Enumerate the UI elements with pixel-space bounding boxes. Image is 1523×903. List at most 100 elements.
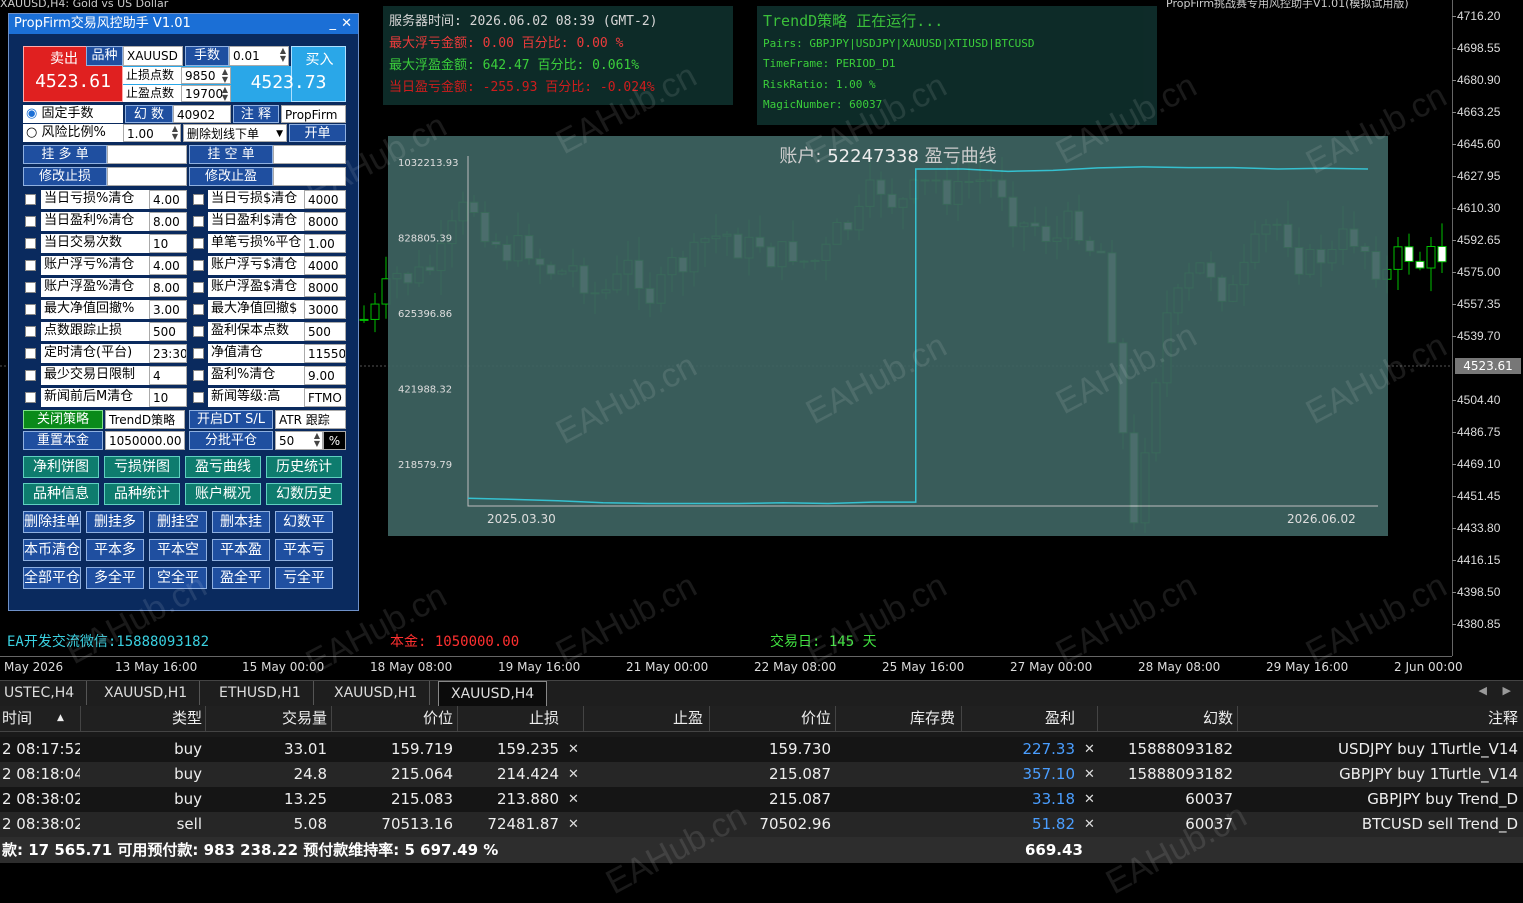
chevron-down-icon[interactable]: ▼ — [276, 125, 283, 141]
rule-checkbox[interactable] — [25, 348, 36, 359]
rule-value-input[interactable]: 4 — [149, 366, 187, 385]
rule-checkbox[interactable] — [193, 282, 204, 293]
remove-sl-icon[interactable]: ✕ — [568, 737, 579, 762]
rule-value-input[interactable]: 9.00 — [304, 366, 346, 385]
action-button[interactable]: 本币清仓 — [23, 539, 81, 561]
partial-close-button[interactable]: 分批平仓 — [189, 431, 273, 450]
column-divider[interactable] — [709, 706, 710, 731]
magic-input[interactable]: 40902 — [173, 105, 231, 123]
risk-input[interactable]: 1.00 ▲ ▼ — [123, 124, 181, 142]
column-header[interactable]: 时间 — [2, 706, 62, 731]
tab-xauusd-h1[interactable]: XAUUSD,H1 — [92, 681, 201, 705]
stats-button[interactable]: 盈亏曲线 — [185, 456, 261, 478]
spin-arrows-icon[interactable]: ▲ ▼ — [222, 68, 228, 83]
action-button[interactable]: 平本亏 — [275, 539, 333, 561]
column-header[interactable]: 库存费 — [837, 706, 955, 731]
close-position-icon[interactable]: ✕ — [1084, 787, 1095, 812]
column-divider[interactable] — [205, 706, 206, 731]
action-button[interactable]: 平本多 — [86, 539, 144, 561]
rule-checkbox[interactable] — [25, 392, 36, 403]
remove-sl-icon[interactable]: ✕ — [568, 762, 579, 787]
rule-checkbox[interactable] — [25, 194, 36, 205]
rule-value-input[interactable]: 4.00 — [149, 256, 187, 275]
action-button[interactable]: 平本空 — [149, 539, 207, 561]
action-button[interactable]: 盈全平 — [212, 567, 270, 589]
atr-trail-select[interactable]: ATR 跟踪 — [275, 410, 346, 429]
spin-arrows-icon[interactable]: ▲ ▼ — [172, 125, 178, 141]
rule-value-input[interactable]: 1.00 — [304, 234, 346, 253]
column-divider[interactable] — [457, 706, 458, 731]
stats-button[interactable]: 幻数历史 — [266, 483, 342, 505]
rule-checkbox[interactable] — [193, 370, 204, 381]
rule-value-input[interactable]: 500 — [149, 322, 187, 341]
column-divider[interactable] — [331, 706, 332, 731]
close-icon[interactable]: ✕ — [341, 14, 352, 34]
table-row[interactable]: 2 08:18:04 buy 24.8 215.064 214.424 215.087 35… — [0, 762, 1523, 787]
rule-value-input[interactable]: 8.00 — [149, 212, 187, 231]
column-header[interactable]: 注释 — [1239, 706, 1518, 731]
modify-tp-input[interactable] — [273, 167, 346, 186]
table-row[interactable]: 2 08:38:02 sell 5.08 70513.16 72481.87 70502.… — [0, 812, 1523, 837]
action-button[interactable]: 亏全平 — [275, 567, 333, 589]
panel-title-bar[interactable]: PropFirm交易风控助手 V1.01 _ ✕ — [9, 14, 358, 34]
reset-capital-button[interactable]: 重置本金 — [23, 431, 103, 450]
modify-tp-button[interactable]: 修改止盈 — [189, 167, 273, 186]
comment-input[interactable]: PropFirm — [281, 105, 346, 123]
rule-value-input[interactable]: 8000 — [304, 278, 346, 297]
rule-value-input[interactable]: 4000 — [304, 190, 346, 209]
sell-limit-price-input[interactable] — [273, 145, 346, 164]
sort-asc-icon[interactable]: ▲ — [57, 706, 64, 731]
rule-value-input[interactable]: 3.00 — [149, 300, 187, 319]
capital-input[interactable]: 1050000.00 — [105, 431, 185, 450]
column-divider[interactable] — [80, 706, 81, 731]
close-strategy-button[interactable]: 关闭策略 — [23, 410, 103, 429]
table-row[interactable]: 2 08:38:02 buy 13.25 215.083 213.880 215.087 3… — [0, 787, 1523, 812]
order-mode-select[interactable]: 删除划线下单 ▼ — [183, 124, 287, 142]
column-header[interactable]: 类型 — [82, 706, 202, 731]
rule-value-input[interactable]: 23:30 — [149, 344, 187, 363]
column-divider[interactable] — [961, 706, 962, 731]
column-header[interactable]: 止损 — [459, 706, 559, 731]
rule-checkbox[interactable] — [25, 282, 36, 293]
tab-scroll-left-icon[interactable]: ◀ — [1479, 684, 1487, 697]
rule-value-input[interactable]: 8000 — [304, 212, 346, 231]
column-divider[interactable] — [583, 706, 584, 731]
sl-input[interactable]: 9850 ▲ ▼ — [181, 67, 231, 84]
rule-value-input[interactable]: 4.00 — [149, 190, 187, 209]
rule-checkbox[interactable] — [193, 348, 204, 359]
rule-checkbox[interactable] — [193, 392, 204, 403]
risk-pct-option[interactable]: ○ 风险比例% — [23, 124, 123, 142]
partial-input[interactable]: 50 ▲ ▼ — [275, 431, 323, 450]
tp-input[interactable]: 19700 ▲ ▼ — [181, 85, 231, 102]
column-header[interactable]: 幻数 — [1099, 706, 1233, 731]
action-button[interactable]: 删本挂 — [212, 511, 270, 533]
close-position-icon[interactable]: ✕ — [1084, 762, 1095, 787]
modify-sl-input[interactable] — [107, 167, 187, 186]
lots-input[interactable]: 0.01 ▲ ▼ — [229, 46, 289, 66]
column-header[interactable]: 价位 — [711, 706, 831, 731]
rule-checkbox[interactable] — [25, 216, 36, 227]
sell-limit-button[interactable]: 挂 空 单 — [189, 145, 273, 164]
rule-value-input[interactable]: 10 — [149, 234, 187, 253]
rule-checkbox[interactable] — [25, 304, 36, 315]
stats-button[interactable]: 亏损饼图 — [104, 456, 180, 478]
stats-button[interactable]: 品种统计 — [104, 483, 180, 505]
action-button[interactable]: 多全平 — [86, 567, 144, 589]
rule-value-input[interactable]: 8.00 — [149, 278, 187, 297]
minimize-icon[interactable]: _ — [330, 14, 337, 34]
action-button[interactable]: 空全平 — [149, 567, 207, 589]
rule-checkbox[interactable] — [25, 370, 36, 381]
action-button[interactable]: 删挂多 — [86, 511, 144, 533]
action-button[interactable]: 全部平仓 — [23, 567, 81, 589]
rule-checkbox[interactable] — [25, 260, 36, 271]
column-header[interactable]: 止盈 — [585, 706, 703, 731]
open-dt-sl-button[interactable]: 开启DT S/L — [189, 410, 273, 429]
action-button[interactable]: 平本盈 — [212, 539, 270, 561]
modify-sl-button[interactable]: 修改止损 — [23, 167, 107, 186]
buy-limit-price-input[interactable] — [107, 145, 187, 164]
column-divider[interactable] — [1097, 706, 1098, 731]
strategy-select[interactable]: TrendD策略 — [105, 410, 185, 429]
column-header[interactable]: 交易量 — [207, 706, 327, 731]
rule-value-input[interactable]: 500 — [304, 322, 346, 341]
action-button[interactable]: 删除挂单 — [23, 511, 81, 533]
